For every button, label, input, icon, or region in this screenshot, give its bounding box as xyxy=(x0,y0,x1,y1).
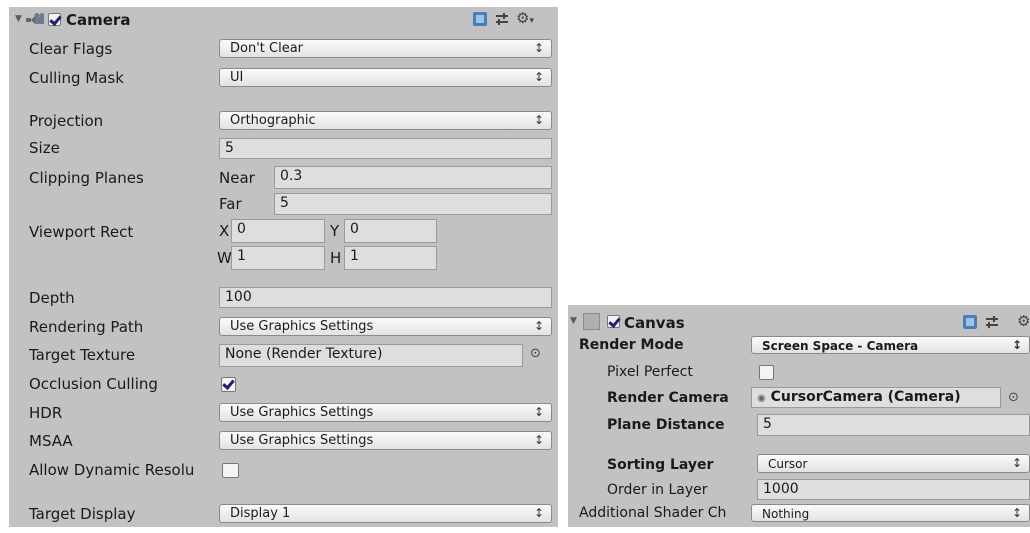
target-texture-field[interactable]: None (Render Texture) xyxy=(219,344,523,367)
settings-gear-icon[interactable]: ⚙▾ xyxy=(516,9,534,27)
viewport-y-label: Y xyxy=(330,222,340,240)
size-field[interactable]: 5 xyxy=(219,138,552,159)
viewport-w-label: W xyxy=(217,249,232,267)
viewport-w-field[interactable]: 1 xyxy=(231,246,325,270)
clipping-far-label: Far xyxy=(219,195,242,213)
camera-component-icon: ◉ xyxy=(757,393,766,404)
object-picker-icon[interactable]: ⊙ xyxy=(530,346,541,361)
additional-shader-channels-value: Nothing xyxy=(762,507,810,521)
target-display-label: Target Display xyxy=(29,505,136,523)
additional-shader-channels-dropdown[interactable]: Nothing ↕ xyxy=(751,504,1030,522)
msaa-value: Use Graphics Settings xyxy=(230,433,374,448)
target-display-value: Display 1 xyxy=(230,506,291,521)
component-title: Canvas xyxy=(624,314,685,332)
camera-component-icon xyxy=(26,13,44,24)
foldout-arrow-icon[interactable]: ▼ xyxy=(570,316,577,326)
dropdown-arrow-icon: ↕ xyxy=(533,41,544,55)
preset-sliders-icon[interactable] xyxy=(495,12,509,26)
order-in-layer-label: Order in Layer xyxy=(607,482,708,498)
clear-flags-label: Clear Flags xyxy=(29,40,113,58)
projection-label: Projection xyxy=(29,112,104,130)
dropdown-arrow-icon: ↕ xyxy=(1011,456,1022,470)
depth-label: Depth xyxy=(29,289,75,307)
sorting-layer-label: Sorting Layer xyxy=(607,457,714,473)
canvas-inspector-panel: ▼ Canvas ⚙ Render Mode Screen Space - Ca… xyxy=(568,305,1030,527)
viewport-h-field[interactable]: 1 xyxy=(344,246,437,270)
component-title: Camera xyxy=(66,11,131,29)
render-camera-label: Render Camera xyxy=(607,390,729,406)
dropdown-arrow-icon: ↕ xyxy=(533,70,544,84)
clear-flags-dropdown[interactable]: Don't Clear ↕ xyxy=(219,39,552,58)
viewport-h-label: H xyxy=(330,249,342,267)
dropdown-arrow-icon: ↕ xyxy=(533,433,544,447)
render-camera-field[interactable]: ◉ CursorCamera (Camera) xyxy=(751,387,1001,408)
rendering-path-value: Use Graphics Settings xyxy=(230,319,374,334)
culling-mask-dropdown[interactable]: UI ↕ xyxy=(219,68,552,87)
pixel-perfect-label: Pixel Perfect xyxy=(607,364,693,380)
clipping-planes-label: Clipping Planes xyxy=(29,169,144,187)
dropdown-arrow-icon: ↕ xyxy=(1011,338,1022,352)
render-mode-label: Render Mode xyxy=(579,337,684,353)
help-book-icon[interactable] xyxy=(473,12,487,26)
preset-sliders-icon[interactable] xyxy=(985,315,999,329)
viewport-x-label: X xyxy=(219,222,230,240)
clear-flags-value: Don't Clear xyxy=(230,41,304,56)
projection-dropdown[interactable]: Orthographic ↕ xyxy=(219,111,552,130)
viewport-y-field[interactable]: 0 xyxy=(344,219,437,243)
allow-dynamic-resolution-label: Allow Dynamic Resolu xyxy=(29,461,195,479)
size-label: Size xyxy=(29,139,60,157)
clipping-near-field[interactable]: 0.3 xyxy=(274,166,552,189)
dropdown-arrow-icon: ↕ xyxy=(1011,506,1022,520)
render-mode-dropdown[interactable]: Screen Space - Camera ↕ xyxy=(751,336,1030,354)
hdr-dropdown[interactable]: Use Graphics Settings ↕ xyxy=(219,403,552,422)
target-display-dropdown[interactable]: Display 1 ↕ xyxy=(219,504,552,523)
viewport-rect-label: Viewport Rect xyxy=(29,223,134,241)
culling-mask-value: UI xyxy=(230,70,244,85)
object-picker-icon[interactable]: ⊙ xyxy=(1008,390,1019,405)
render-camera-value: CursorCamera (Camera) xyxy=(770,389,961,405)
order-in-layer-field[interactable]: 1000 xyxy=(757,479,1030,500)
camera-inspector-panel: ▼ Camera ⚙▾ Clear Flags Don't Clear ↕ Cul… xyxy=(9,7,558,527)
occlusion-culling-label: Occlusion Culling xyxy=(29,375,158,393)
msaa-dropdown[interactable]: Use Graphics Settings ↕ xyxy=(219,431,552,450)
depth-field[interactable]: 100 xyxy=(219,287,552,308)
culling-mask-label: Culling Mask xyxy=(29,69,124,87)
rendering-path-label: Rendering Path xyxy=(29,318,144,336)
rendering-path-dropdown[interactable]: Use Graphics Settings ↕ xyxy=(219,317,552,336)
dropdown-arrow-icon: ↕ xyxy=(533,319,544,333)
canvas-enabled-checkbox[interactable] xyxy=(607,315,620,328)
allow-dynamic-resolution-checkbox[interactable] xyxy=(222,463,239,478)
clipping-far-field[interactable]: 5 xyxy=(274,193,552,215)
camera-enabled-checkbox[interactable] xyxy=(48,13,61,26)
help-book-icon[interactable] xyxy=(963,315,977,329)
sorting-layer-dropdown[interactable]: Cursor ↕ xyxy=(757,454,1030,473)
dropdown-arrow-icon: ↕ xyxy=(533,113,544,127)
canvas-component-icon xyxy=(583,313,600,330)
clipping-near-label: Near xyxy=(219,169,255,187)
pixel-perfect-checkbox[interactable] xyxy=(759,365,774,380)
occlusion-culling-checkbox[interactable] xyxy=(221,377,236,392)
dropdown-arrow-icon: ↕ xyxy=(533,506,544,520)
hdr-value: Use Graphics Settings xyxy=(230,405,374,420)
foldout-arrow-icon[interactable]: ▼ xyxy=(15,14,22,24)
additional-shader-channels-label: Additional Shader Ch xyxy=(579,505,727,521)
dropdown-arrow-icon: ↕ xyxy=(533,405,544,419)
plane-distance-field[interactable]: 5 xyxy=(757,414,1030,436)
plane-distance-label: Plane Distance xyxy=(607,417,725,433)
target-texture-label: Target Texture xyxy=(29,346,136,364)
hdr-label: HDR xyxy=(29,404,63,422)
viewport-x-field[interactable]: 0 xyxy=(231,219,325,243)
settings-gear-icon[interactable]: ⚙ xyxy=(1017,312,1030,330)
render-mode-value: Screen Space - Camera xyxy=(762,339,919,353)
sorting-layer-value: Cursor xyxy=(768,457,808,471)
msaa-label: MSAA xyxy=(29,432,73,450)
projection-value: Orthographic xyxy=(230,113,316,128)
